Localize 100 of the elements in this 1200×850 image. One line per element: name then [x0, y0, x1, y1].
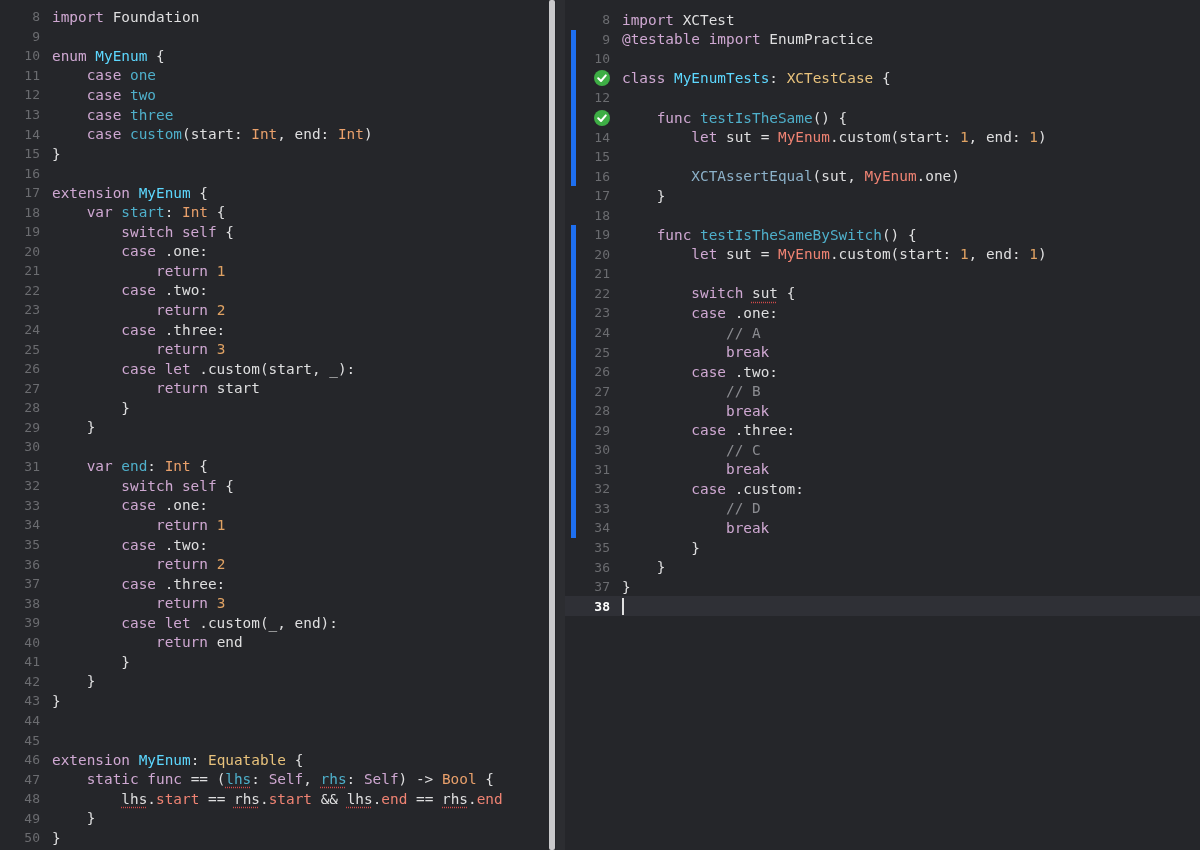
code-line: break — [724, 402, 770, 419]
code-line: } — [52, 692, 61, 709]
line-number: 36 — [24, 556, 40, 572]
code-line: return 1 — [154, 517, 226, 533]
line-number: 23 — [24, 302, 40, 318]
code-line: } — [85, 810, 96, 827]
code-line: return 2 — [154, 301, 226, 318]
checkmark-icon[interactable] — [594, 109, 610, 126]
code-line: // D — [724, 500, 761, 517]
code-line: class MyEnumTests: XCTestCase { — [622, 70, 891, 87]
code-line: case custom(start: Int, end: Int) — [85, 126, 373, 143]
code-line: @testable import EnumPractice — [622, 31, 874, 48]
code-line: return 2 — [154, 556, 226, 573]
line-number: 43 — [24, 693, 40, 709]
code-line: enum MyEnum { — [52, 47, 165, 64]
code-line: case .three: — [690, 422, 796, 439]
line-number: 8 — [602, 12, 610, 28]
line-number: 17 — [24, 185, 40, 201]
code-line: let sut = MyEnum.custom(start: 1, end: 1) — [690, 129, 1047, 146]
line-number: 28 — [24, 400, 40, 416]
code-line: extension MyEnum { — [52, 184, 208, 201]
code-line: case one — [85, 67, 156, 84]
line-number: 32 — [24, 478, 40, 494]
line-number: 27 — [594, 383, 610, 399]
line-number: 39 — [24, 615, 40, 631]
line-number: 31 — [594, 461, 610, 477]
code-line: // A — [724, 324, 761, 341]
line-number: 41 — [24, 654, 40, 670]
code-line: } — [120, 653, 130, 670]
line-number: 34 — [594, 520, 610, 536]
line-number: 25 — [594, 344, 610, 360]
line-number: 24 — [594, 325, 610, 340]
line-number: 17 — [594, 188, 610, 204]
line-number: 32 — [594, 481, 610, 497]
line-number: 33 — [594, 500, 610, 516]
checkmark-icon[interactable] — [594, 70, 610, 87]
code-line: // B — [724, 383, 761, 400]
code-line: // C — [724, 441, 761, 458]
line-number: 14 — [24, 126, 40, 142]
code-line: func testIsTheSame() { — [655, 109, 848, 126]
code-line: case .two: — [120, 536, 208, 553]
code-line: return end — [154, 634, 243, 651]
code-line: case .three: — [120, 575, 226, 592]
line-number: 49 — [24, 810, 40, 826]
line-number: 37 — [24, 576, 40, 592]
code-line: break — [724, 520, 770, 536]
line-number: 12 — [24, 87, 40, 103]
line-number: 42 — [24, 673, 40, 689]
code-line: break — [724, 344, 770, 361]
line-number: 19 — [594, 227, 610, 243]
code-line: case .custom: — [690, 480, 804, 497]
line-number: 28 — [594, 403, 610, 419]
code-line: extension MyEnum: Equatable { — [52, 751, 304, 768]
line-number: 10 — [594, 51, 610, 67]
line-number: 26 — [594, 364, 610, 380]
line-number: 18 — [24, 204, 40, 220]
code-line: case two — [85, 86, 156, 103]
code-line: import Foundation — [52, 8, 200, 25]
line-number: 15 — [594, 149, 610, 165]
code-line: case let .custom(start, _): — [120, 360, 356, 377]
code-line: case .one: — [120, 243, 208, 260]
line-number: 47 — [24, 771, 40, 787]
line-number: 36 — [594, 559, 610, 575]
line-number: 24 — [24, 322, 40, 337]
code-line: return 3 — [154, 595, 226, 612]
line-number: 21 — [24, 263, 40, 279]
line-number: 23 — [594, 305, 610, 321]
line-number: 9 — [602, 31, 610, 47]
code-line: XCTAssertEqual(sut, MyEnum.one) — [690, 168, 960, 185]
line-number: 30 — [594, 442, 610, 458]
line-number: 26 — [24, 361, 40, 377]
line-number: 11 — [24, 67, 40, 83]
code-line: } — [52, 145, 61, 162]
line-number: 21 — [594, 266, 610, 282]
line-number: 50 — [24, 830, 40, 846]
code-line: } — [690, 539, 700, 556]
line-number: 16 — [24, 165, 40, 181]
code-line: var end: Int { — [85, 458, 208, 475]
line-number: 38 — [594, 598, 610, 614]
line-number: 12 — [594, 90, 610, 106]
code-line: return 3 — [154, 341, 226, 358]
line-number: 40 — [24, 634, 40, 650]
line-number: 44 — [24, 712, 40, 728]
code-line: case .one: — [120, 497, 208, 514]
code-line: case let .custom(_, end): — [120, 614, 338, 631]
line-number: 13 — [24, 107, 40, 122]
line-number: 29 — [594, 422, 610, 438]
line-number: 15 — [24, 146, 40, 162]
line-number: 30 — [24, 439, 40, 455]
code-line: case .two: — [120, 282, 208, 299]
line-number: 14 — [594, 129, 610, 145]
line-number: 16 — [594, 168, 610, 184]
line-number: 27 — [24, 380, 40, 396]
line-number: 33 — [24, 497, 40, 513]
code-line: case .two: — [690, 363, 778, 380]
code-line: break — [724, 461, 770, 478]
code-line: static func == (lhs: Self, rhs: Self) -> Bool { — [85, 771, 494, 788]
scrollbar[interactable] — [549, 0, 555, 850]
line-number: 9 — [32, 28, 40, 44]
line-number: 25 — [24, 341, 40, 357]
